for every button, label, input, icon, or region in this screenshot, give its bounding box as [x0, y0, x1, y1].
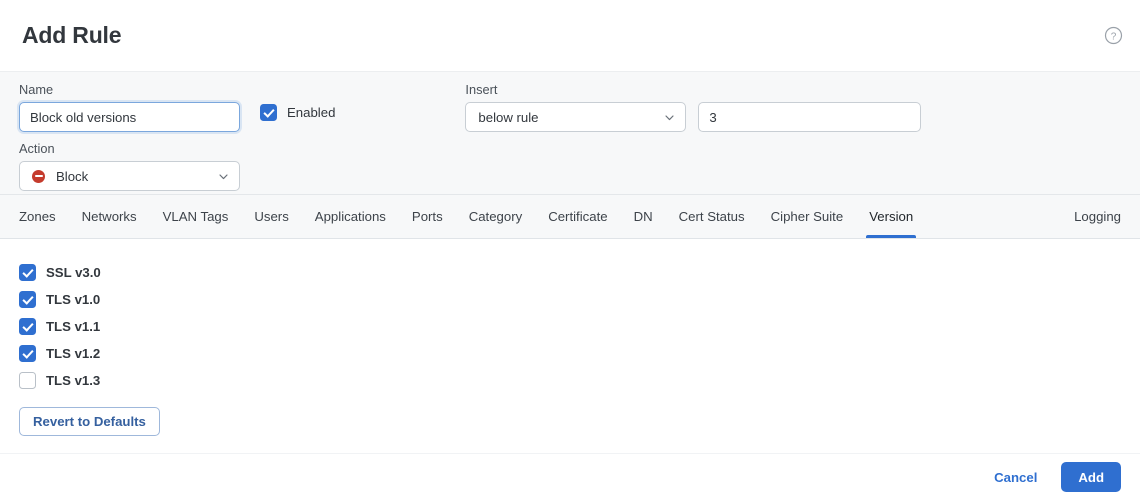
insert-position-value: below rule: [478, 109, 539, 125]
cancel-button[interactable]: Cancel: [984, 464, 1047, 491]
enabled-checkbox[interactable]: [260, 104, 277, 121]
tab-cert-status[interactable]: Cert Status: [666, 195, 758, 238]
tab-logging[interactable]: Logging: [1061, 195, 1121, 238]
chevron-down-icon: [219, 173, 228, 179]
version-label: TLS v1.2: [46, 346, 101, 361]
tab-spacer: [926, 195, 1061, 238]
tab-networks[interactable]: Networks: [69, 195, 150, 238]
version-checkbox-tls-v1-3[interactable]: [19, 372, 36, 389]
tab-vlan-tags[interactable]: VLAN Tags: [150, 195, 242, 238]
version-tab-content: SSL v3.0 TLS v1.0 TLS v1.1 TLS v1.2 TLS …: [0, 239, 1140, 453]
rule-condition-tabs: Zones Networks VLAN Tags Users Applicati…: [0, 195, 1140, 239]
revert-to-defaults-button[interactable]: Revert to Defaults: [19, 407, 160, 436]
version-checkbox-ssl-v3-0[interactable]: [19, 264, 36, 281]
version-item-ssl-v3-0[interactable]: SSL v3.0: [19, 259, 1140, 286]
version-item-tls-v1-2[interactable]: TLS v1.2: [19, 340, 1140, 367]
tab-dn[interactable]: DN: [621, 195, 666, 238]
insert-rule-number-input[interactable]: [698, 102, 922, 132]
name-input[interactable]: [19, 102, 240, 132]
version-checkbox-list: SSL v3.0 TLS v1.0 TLS v1.1 TLS v1.2 TLS …: [19, 259, 1140, 394]
chevron-down-icon: [665, 114, 675, 120]
insert-label: Insert: [465, 82, 498, 97]
tab-cipher-suite[interactable]: Cipher Suite: [758, 195, 857, 238]
version-item-tls-v1-1[interactable]: TLS v1.1: [19, 313, 1140, 340]
insert-position-select[interactable]: below rule: [465, 102, 687, 132]
tab-category[interactable]: Category: [456, 195, 536, 238]
dialog-footer: Cancel Add: [0, 453, 1140, 500]
tab-version[interactable]: Version: [856, 195, 926, 238]
version-checkbox-tls-v1-1[interactable]: [19, 318, 36, 335]
page-title: Add Rule: [22, 22, 122, 48]
form-row-primary: Name Enabled Insert below rule: [0, 82, 1140, 132]
tab-applications[interactable]: Applications: [302, 195, 399, 238]
question-circle-icon: ?: [1104, 26, 1123, 45]
name-label: Name: [19, 82, 54, 97]
dialog-header: Add Rule ?: [0, 0, 1140, 71]
insert-field-group: Insert below rule: [465, 82, 922, 132]
version-label: TLS v1.0: [46, 292, 101, 307]
action-value: Block: [56, 168, 89, 184]
svg-text:?: ?: [1111, 31, 1117, 42]
action-field-group: Action Block: [19, 141, 240, 191]
tab-users[interactable]: Users: [241, 195, 301, 238]
version-item-tls-v1-0[interactable]: TLS v1.0: [19, 286, 1140, 313]
tab-ports[interactable]: Ports: [399, 195, 456, 238]
tab-certificate[interactable]: Certificate: [535, 195, 620, 238]
rule-form-panel: Name Enabled Insert below rule Action: [0, 71, 1140, 195]
enabled-label: Enabled: [287, 105, 336, 120]
help-icon[interactable]: ?: [1104, 26, 1123, 45]
form-row-action: Action Block: [0, 141, 1140, 191]
add-button[interactable]: Add: [1061, 462, 1121, 492]
action-select[interactable]: Block: [19, 161, 240, 191]
version-item-tls-v1-3[interactable]: TLS v1.3: [19, 367, 1140, 394]
version-checkbox-tls-v1-2[interactable]: [19, 345, 36, 362]
version-label: SSL v3.0: [46, 265, 101, 280]
version-label: TLS v1.1: [46, 319, 101, 334]
enabled-checkbox-group[interactable]: Enabled: [260, 82, 335, 121]
name-field-group: Name: [19, 82, 240, 132]
block-deny-icon: [32, 169, 45, 183]
tab-zones[interactable]: Zones: [19, 195, 69, 238]
version-label: TLS v1.3: [46, 373, 101, 388]
version-checkbox-tls-v1-0[interactable]: [19, 291, 36, 308]
insert-inputs: below rule: [465, 102, 922, 132]
action-label: Action: [19, 141, 55, 156]
